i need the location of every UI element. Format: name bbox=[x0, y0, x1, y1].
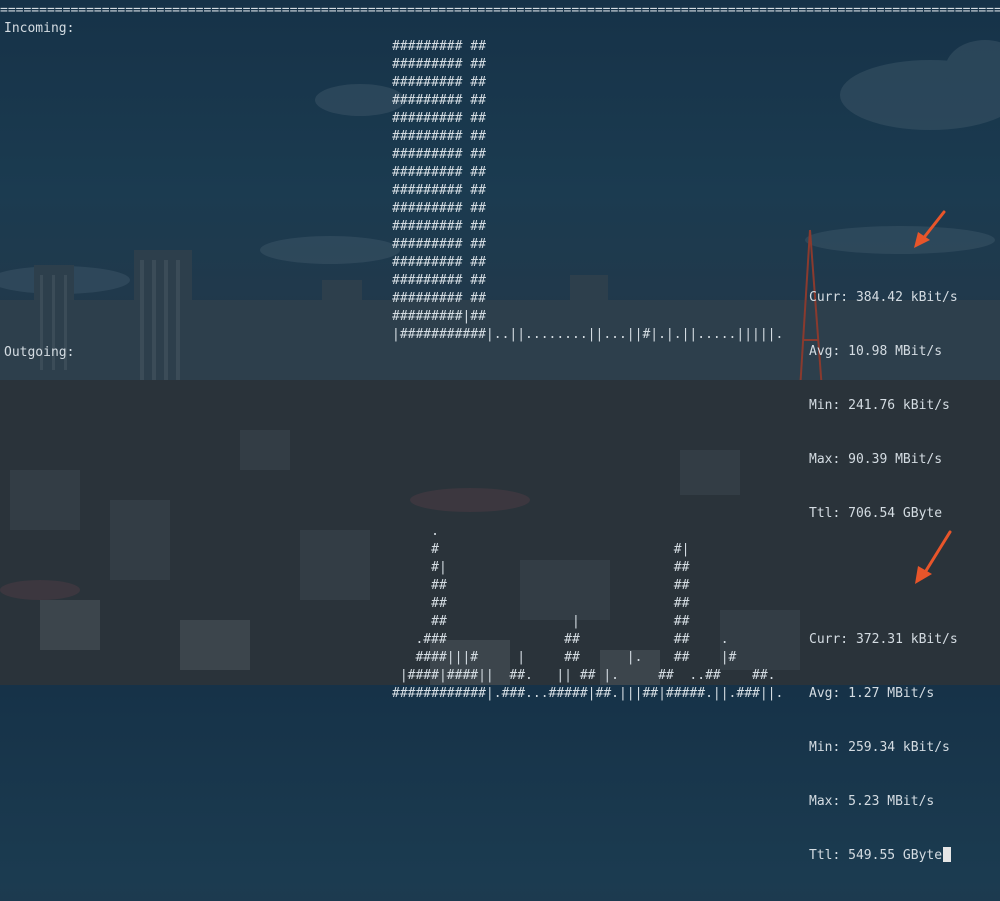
arrow-down-left-icon bbox=[914, 210, 946, 248]
incoming-graph-row: ######### ## bbox=[392, 201, 486, 216]
divider-line: ========================================… bbox=[0, 3, 1000, 18]
outgoing-graph-row: #| ## bbox=[392, 560, 690, 575]
outgoing-graph-row: ## | ## bbox=[392, 614, 690, 629]
incoming-graph-row: #########|## bbox=[392, 309, 486, 324]
incoming-graph-row: ######### ## bbox=[392, 291, 486, 306]
outgoing-stats: Curr: 372.31 kBit/s Avg: 1.27 MBit/s Min… bbox=[809, 595, 958, 901]
incoming-graph-row: ######### ## bbox=[392, 273, 486, 288]
incoming-graph-row: ######### ## bbox=[392, 129, 486, 144]
outgoing-curr: Curr: 372.31 kBit/s bbox=[809, 632, 958, 647]
outgoing-graph-row: ## ## bbox=[392, 596, 690, 611]
incoming-graph-row: ######### ## bbox=[392, 237, 486, 252]
outgoing-min: Min: 259.34 kBit/s bbox=[809, 740, 950, 755]
incoming-graph-row: ######### ## bbox=[392, 57, 486, 72]
incoming-label: Incoming: bbox=[4, 21, 75, 36]
incoming-graph-row: ######### ## bbox=[392, 183, 486, 198]
terminal-window: ========================================… bbox=[0, 0, 1000, 863]
incoming-graph-row: ######### ## bbox=[392, 93, 486, 108]
incoming-graph-row: ######### ## bbox=[392, 219, 486, 234]
outgoing-graph-row: ####|||# | ## |. ## |# bbox=[392, 650, 737, 665]
outgoing-graph-row: ## ## bbox=[392, 578, 690, 593]
incoming-graph-row: ######### ## bbox=[392, 147, 486, 162]
incoming-graph-row: ######### ## bbox=[392, 75, 486, 90]
outgoing-graph-row: . bbox=[392, 524, 439, 539]
incoming-graph: ######### ## ######### ## ######### ## ####… bbox=[392, 38, 783, 344]
arrow-down-left-icon bbox=[915, 530, 952, 584]
incoming-max: Max: 90.39 MBit/s bbox=[809, 452, 943, 467]
outgoing-avg: Avg: 1.27 MBit/s bbox=[809, 686, 935, 701]
outgoing-ttl: Ttl: 549.55 GByte bbox=[809, 848, 943, 863]
outgoing-max: Max: 5.23 MBit/s bbox=[809, 794, 935, 809]
outgoing-graph-row bbox=[392, 505, 783, 523]
incoming-graph-row: |###########|..||........||...||#|.|.||.… bbox=[392, 327, 784, 342]
incoming-graph-row: ######### ## bbox=[392, 39, 486, 54]
outgoing-graph-row: .### ## ## . bbox=[392, 632, 729, 647]
incoming-graph-row: ######### ## bbox=[392, 255, 486, 270]
incoming-graph-row: ######### ## bbox=[392, 165, 486, 180]
outgoing-ttl-row: Ttl: 549.55 GByte bbox=[809, 847, 958, 865]
outgoing-graph-row: |####|####|| ##. || ## |. ## ..## ##. bbox=[392, 668, 776, 683]
incoming-avg: Avg: 10.98 MBit/s bbox=[809, 344, 943, 359]
terminal-cursor bbox=[943, 847, 952, 862]
outgoing-label: Outgoing: bbox=[4, 345, 75, 360]
incoming-curr: Curr: 384.42 kBit/s bbox=[809, 290, 958, 305]
incoming-min: Min: 241.76 kBit/s bbox=[809, 398, 950, 413]
incoming-ttl: Ttl: 706.54 GByte bbox=[809, 506, 943, 521]
outgoing-graph: . # #| #| ## ## ## ## ## ## | ## .### ##… bbox=[392, 505, 783, 703]
outgoing-graph-row: # #| bbox=[392, 542, 690, 557]
incoming-stats: Curr: 384.42 kBit/s Avg: 10.98 MBit/s Mi… bbox=[809, 253, 958, 559]
outgoing-graph-row: ############|.###...#####|##.|||##|#####… bbox=[392, 686, 784, 701]
incoming-graph-row: ######### ## bbox=[392, 111, 486, 126]
